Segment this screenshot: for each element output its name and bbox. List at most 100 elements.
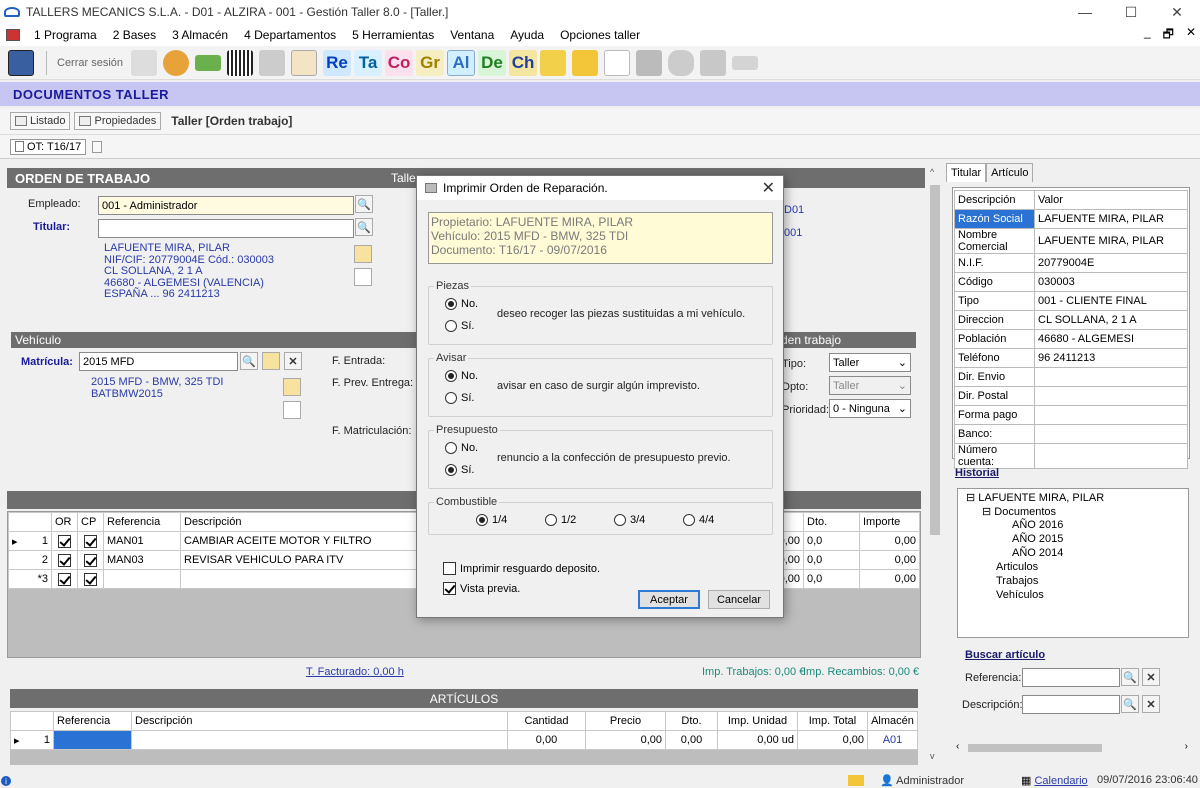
imp-unidad-cell[interactable]: 0,00 ud <box>717 730 798 750</box>
car-icon[interactable] <box>195 54 222 71</box>
key-icon[interactable] <box>131 49 158 76</box>
listado-button[interactable]: Listado <box>10 112 71 130</box>
t-facturado-link[interactable]: T. Facturado: 0,00 h <box>306 666 404 678</box>
scrollbar-thumb[interactable] <box>930 185 940 535</box>
tree-node-vehiculos[interactable]: Vehículos <box>996 589 1044 601</box>
menu-programa[interactable]: 1 Programa <box>26 28 105 42</box>
buscar-descripcion-input[interactable] <box>1022 695 1120 714</box>
mdi-close-button[interactable]: ✕ <box>1186 25 1196 46</box>
new-document-icon[interactable] <box>283 401 301 419</box>
combustible-1-4-radio[interactable]: 1/4 <box>476 514 507 526</box>
calendario-link[interactable]: ▦ Calendario <box>1021 774 1088 787</box>
aceptar-button[interactable]: Aceptar <box>638 590 700 609</box>
cp-cell[interactable] <box>77 569 104 589</box>
tree-node-documentos[interactable]: ⊟ Documentos <box>982 505 1056 518</box>
or-checkbox[interactable] <box>58 534 71 548</box>
search-descripcion-icon[interactable]: 🔍 <box>1121 695 1139 713</box>
menu-bases[interactable]: 2 Bases <box>105 28 164 42</box>
avisar-si-radio[interactable]: Sí. <box>445 392 474 404</box>
prop-row[interactable]: Dir. Envio <box>954 367 1188 387</box>
dto-cell[interactable]: 0,00 <box>665 730 718 750</box>
imp-total-cell[interactable]: 0,00 <box>797 730 868 750</box>
propiedades-button[interactable]: Propiedades <box>74 112 162 130</box>
print-icon[interactable] <box>700 49 727 76</box>
tree-node-2016[interactable]: AÑO 2016 <box>1012 519 1063 531</box>
maximize-button[interactable]: ☐ <box>1108 0 1154 24</box>
menu-almacen[interactable]: 3 Almacén <box>164 28 236 42</box>
folder-g-icon[interactable] <box>572 49 599 76</box>
presupuesto-no-radio[interactable]: No. <box>445 442 478 454</box>
prop-row[interactable]: Razón Social LAFUENTE MIRA, PILAR <box>954 209 1188 229</box>
piezas-no-radio[interactable]: No. <box>445 298 478 310</box>
toolbar-al-button[interactable]: Al <box>447 49 476 76</box>
precio-cell[interactable]: 0,00 <box>585 730 666 750</box>
toolbar-ta-button[interactable]: Ta <box>354 49 383 76</box>
new-document-icon[interactable] <box>604 49 631 76</box>
prop-row[interactable]: Número cuenta: <box>954 443 1188 469</box>
presupuesto-si-radio[interactable]: Sí. <box>445 464 474 476</box>
menu-herramientas[interactable]: 5 Herramientas <box>344 28 442 42</box>
search-referencia-icon[interactable]: 🔍 <box>1121 668 1139 686</box>
buscar-referencia-input[interactable] <box>1022 668 1120 687</box>
titular-field[interactable] <box>98 219 354 238</box>
referencia-cell[interactable]: MAN03 <box>103 550 181 570</box>
resguardo-checkbox[interactable]: Imprimir resguardo deposito. <box>443 562 600 575</box>
prioridad-select[interactable]: 0 - Ninguna ⌄ <box>829 399 911 418</box>
cp-cell[interactable] <box>77 531 104 551</box>
avisar-no-radio[interactable]: No. <box>445 370 478 382</box>
prop-row[interactable]: Forma pago <box>954 405 1188 425</box>
descripcion-cell[interactable] <box>131 730 508 750</box>
or-cell[interactable] <box>51 531 78 551</box>
prop-row[interactable]: Tipo 001 - CLIENTE FINAL <box>954 291 1188 311</box>
dialog-close-button[interactable]: ✕ <box>762 178 775 198</box>
tree-node-2015[interactable]: AÑO 2015 <box>1012 533 1063 545</box>
toolbar-ch-button[interactable]: Ch <box>509 49 538 76</box>
vista-previa-checkbox[interactable]: Vista previa. <box>443 582 520 595</box>
open-folder-icon[interactable] <box>283 378 301 396</box>
matricula-field[interactable]: 2015 MFD <box>79 352 238 371</box>
scroll-down-icon[interactable]: v <box>930 751 935 761</box>
clear-matricula-icon[interactable]: ✕ <box>284 352 302 370</box>
clear-referencia-icon[interactable]: ✕ <box>1142 668 1160 686</box>
menu-ventana[interactable]: Ventana <box>442 28 502 42</box>
clear-descripcion-icon[interactable]: ✕ <box>1142 695 1160 713</box>
tab-ot[interactable]: OT: T16/17 <box>10 138 87 155</box>
menu-departamentos[interactable]: 4 Departamentos <box>236 28 344 42</box>
users-icon[interactable] <box>163 49 190 76</box>
or-checkbox[interactable] <box>58 553 71 567</box>
importe-cell[interactable]: 0,00 <box>859 550 920 570</box>
or-cell[interactable] <box>51 569 78 589</box>
toolbar-co-button[interactable]: Co <box>385 49 414 76</box>
cp-checkbox[interactable] <box>84 534 97 548</box>
barcode-icon[interactable] <box>227 49 254 76</box>
prop-row[interactable]: N.I.F. 20779004E <box>954 253 1188 273</box>
tipo-select[interactable]: Taller ⌄ <box>829 353 911 372</box>
search-matricula-icon[interactable]: 🔍 <box>240 352 258 370</box>
folder-check-icon[interactable] <box>540 49 567 76</box>
referencia-cell[interactable] <box>103 569 181 589</box>
almacen-cell[interactable]: A01 <box>867 730 918 750</box>
toolbar-re-button[interactable]: Re <box>323 49 352 76</box>
dto-cell[interactable]: 0,0 <box>803 569 860 589</box>
scrollbar-thumb[interactable] <box>968 744 1102 752</box>
referencia-cell[interactable] <box>53 730 132 750</box>
minimize-button[interactable]: — <box>1062 0 1108 24</box>
main-scrollbar[interactable]: ^ v <box>928 165 942 765</box>
tab-titular[interactable]: Titular <box>946 163 987 182</box>
combustible-3-4-radio[interactable]: 3/4 <box>614 514 645 526</box>
scroll-right-icon[interactable]: › <box>1185 741 1188 752</box>
piezas-si-radio[interactable]: Sí. <box>445 320 474 332</box>
tree-node-articulos[interactable]: Articulos <box>996 561 1038 573</box>
combustible-1-2-radio[interactable]: 1/2 <box>545 514 576 526</box>
or-cell[interactable] <box>51 550 78 570</box>
new-document-icon[interactable] <box>354 268 372 286</box>
mdi-doc-icon[interactable] <box>6 29 20 41</box>
tree-node-2014[interactable]: AÑO 2014 <box>1012 547 1063 559</box>
cp-checkbox[interactable] <box>84 572 97 586</box>
importe-cell[interactable]: 0,00 <box>859 569 920 589</box>
empleado-field[interactable]: 001 - Administrador <box>98 196 354 215</box>
menu-ayuda[interactable]: Ayuda <box>502 28 552 42</box>
combustible-4-4-radio[interactable]: 4/4 <box>683 514 714 526</box>
dto-cell[interactable]: 0,0 <box>803 550 860 570</box>
prop-row[interactable]: Población 46680 - ALGEMESI <box>954 329 1188 349</box>
